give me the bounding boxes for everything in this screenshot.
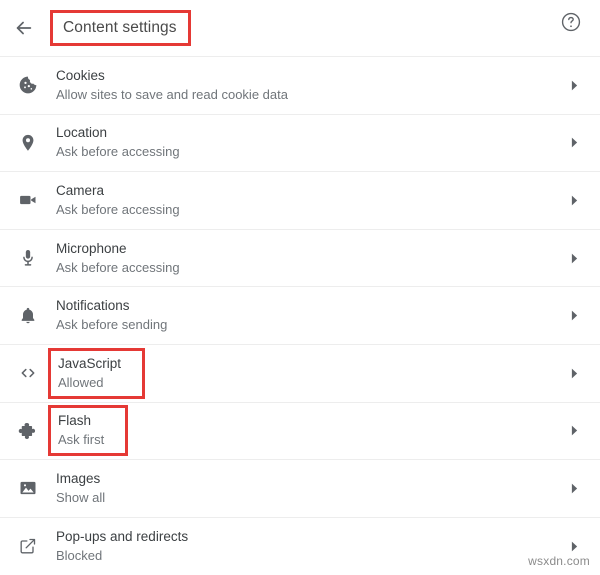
settings-row-subtitle: Ask before accessing bbox=[56, 144, 180, 160]
settings-row-title: Images bbox=[56, 470, 101, 486]
settings-row-cookies[interactable]: Cookies Allow sites to save and read coo… bbox=[0, 56, 600, 114]
settings-row-text-inner: Pop-ups and redirects Blocked bbox=[48, 524, 196, 569]
settings-row-microphone[interactable]: Microphone Ask before accessing bbox=[0, 228, 600, 287]
settings-row-subtitle: Ask before accessing bbox=[56, 201, 180, 217]
settings-row-popups-and-redirects[interactable]: Pop-ups and redirects Blocked bbox=[0, 516, 600, 575]
settings-row-subtitle: Allow sites to save and read cookie data bbox=[56, 86, 288, 102]
chevron-right-icon[interactable] bbox=[564, 195, 584, 206]
settings-row-subtitle: Ask first bbox=[58, 432, 105, 448]
settings-row-text-inner: Location Ask before accessing bbox=[48, 120, 188, 165]
settings-row-location[interactable]: Location Ask before accessing bbox=[0, 113, 600, 172]
settings-row-camera[interactable]: Camera Ask before accessing bbox=[0, 171, 600, 229]
page-header: Content settings bbox=[0, 0, 600, 56]
settings-row-text: Flash Ask first bbox=[48, 399, 564, 462]
settings-row-subtitle: Ask before sending bbox=[56, 317, 168, 333]
settings-row-text: Camera Ask before accessing bbox=[56, 172, 564, 229]
back-arrow-icon[interactable] bbox=[10, 14, 38, 42]
settings-row-subtitle: Ask before accessing bbox=[56, 259, 180, 275]
settings-row-text-inner: Cookies Allow sites to save and read coo… bbox=[48, 63, 296, 108]
settings-row-text-inner-highlighted: Flash Ask first bbox=[48, 405, 129, 457]
settings-row-subtitle: Show all bbox=[56, 489, 106, 505]
watermark: wsxdn.com bbox=[528, 554, 590, 568]
settings-row-title: Microphone bbox=[56, 240, 127, 256]
settings-row-title: Cookies bbox=[56, 67, 105, 83]
settings-row-title: Camera bbox=[56, 182, 105, 198]
chevron-right-icon[interactable] bbox=[564, 137, 584, 148]
settings-row-title: JavaScript bbox=[58, 355, 122, 371]
settings-row-text-inner: Camera Ask before accessing bbox=[48, 178, 188, 223]
help-circle-icon[interactable] bbox=[560, 11, 584, 35]
chevron-right-icon[interactable] bbox=[564, 310, 584, 321]
settings-row-title: Flash bbox=[58, 413, 92, 429]
settings-row-flash[interactable]: Flash Ask first bbox=[0, 399, 600, 462]
settings-row-javascript[interactable]: JavaScript Allowed bbox=[0, 342, 600, 405]
settings-row-text: Cookies Allow sites to save and read coo… bbox=[56, 57, 564, 114]
settings-row-text: Location Ask before accessing bbox=[56, 114, 564, 171]
settings-row-subtitle: Blocked bbox=[56, 547, 103, 563]
content-settings-list: Cookies Allow sites to save and read coo… bbox=[0, 56, 600, 575]
chevron-right-icon[interactable] bbox=[564, 425, 584, 436]
settings-row-text: JavaScript Allowed bbox=[48, 342, 564, 405]
settings-row-text: Microphone Ask before accessing bbox=[56, 230, 564, 287]
settings-row-text: Images Show all bbox=[56, 460, 564, 517]
chevron-right-icon[interactable] bbox=[564, 253, 584, 264]
settings-row-title: Pop-ups and redirects bbox=[56, 528, 189, 544]
page-title-highlight-box: Content settings bbox=[50, 10, 191, 46]
chevron-right-icon[interactable] bbox=[564, 80, 584, 91]
settings-row-title: Location bbox=[56, 125, 108, 141]
settings-row-images[interactable]: Images Show all bbox=[0, 459, 600, 517]
chevron-right-icon[interactable] bbox=[564, 483, 584, 494]
settings-row-text: Pop-ups and redirects Blocked bbox=[56, 518, 564, 575]
settings-row-text-inner-highlighted: JavaScript Allowed bbox=[48, 347, 146, 399]
settings-row-subtitle: Allowed bbox=[58, 374, 104, 390]
settings-row-text-inner: Images Show all bbox=[48, 466, 113, 511]
settings-row-text: Notifications Ask before sending bbox=[56, 287, 564, 344]
page-title: Content settings bbox=[63, 19, 177, 36]
settings-row-title: Notifications bbox=[56, 298, 130, 314]
chevron-right-icon[interactable] bbox=[564, 541, 584, 552]
settings-row-notifications[interactable]: Notifications Ask before sending bbox=[0, 286, 600, 344]
chevron-right-icon[interactable] bbox=[564, 368, 584, 379]
settings-row-text-inner: Microphone Ask before accessing bbox=[48, 236, 188, 281]
settings-row-text-inner: Notifications Ask before sending bbox=[48, 293, 175, 338]
